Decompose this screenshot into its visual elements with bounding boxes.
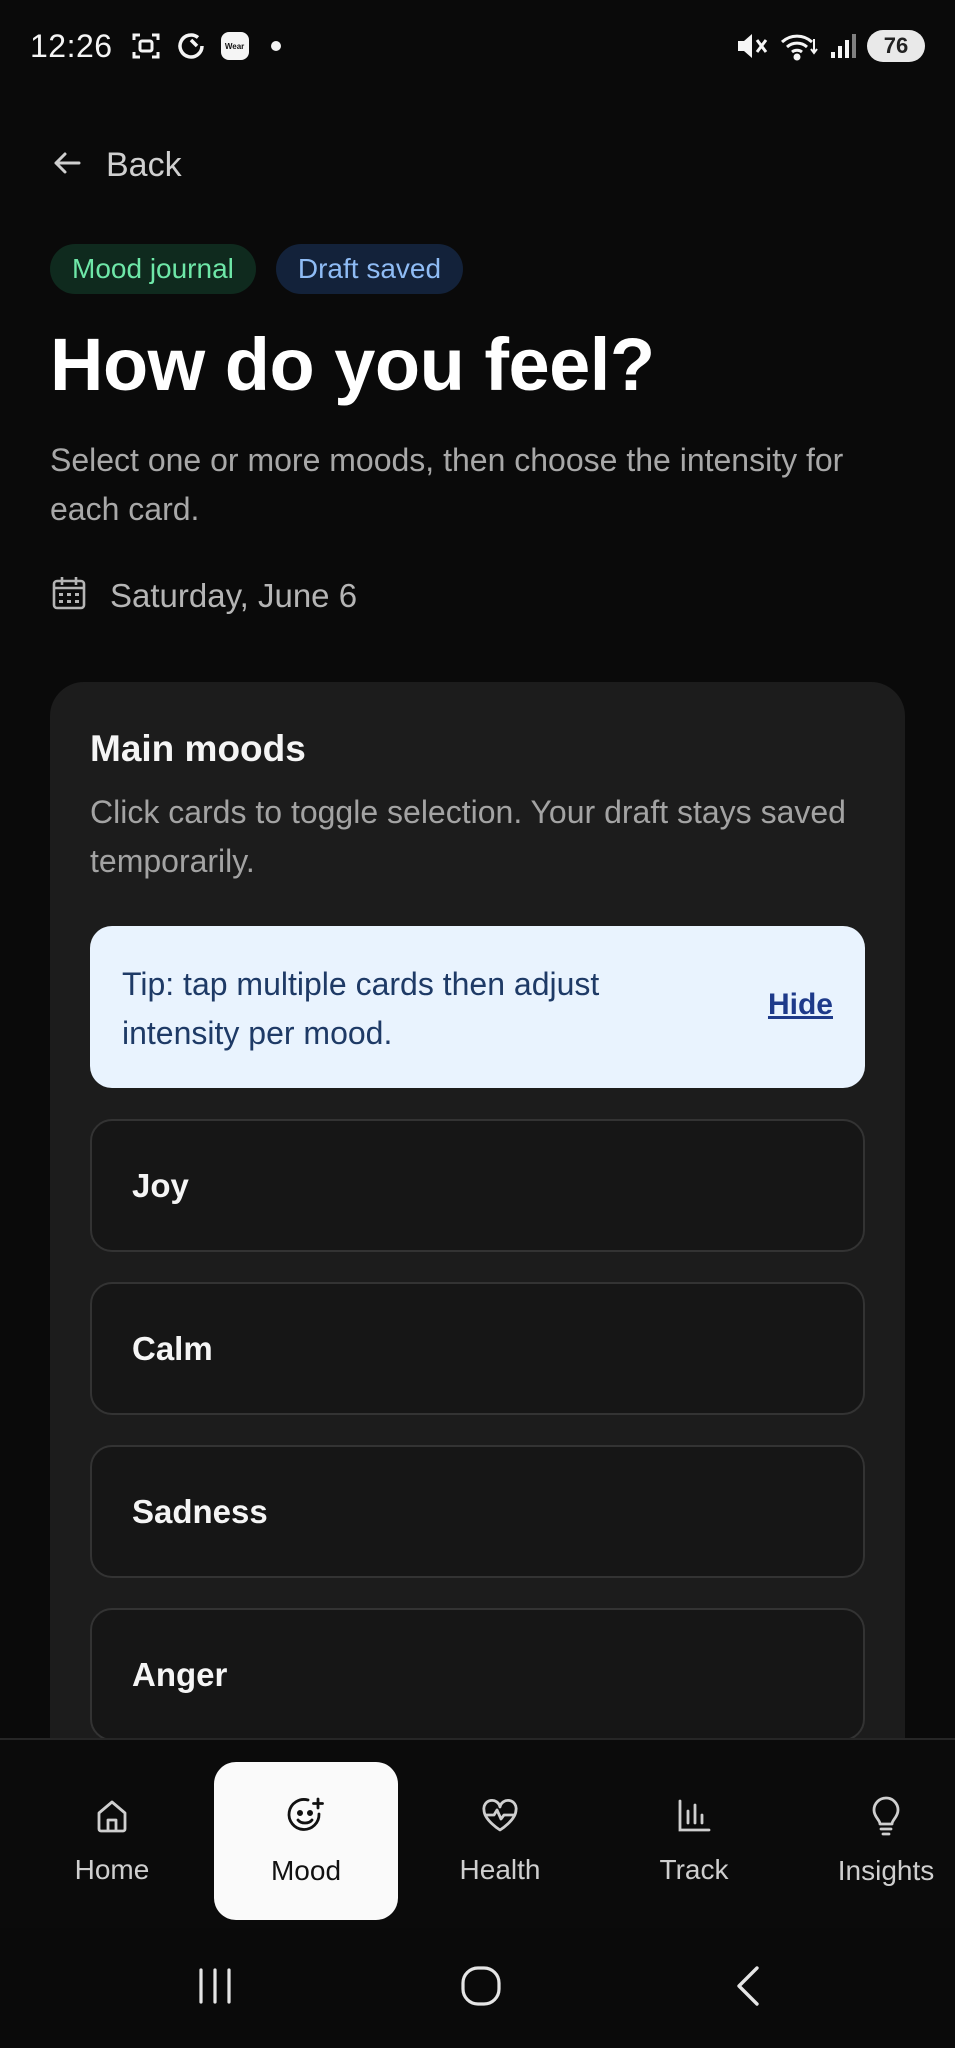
status-system-icons: 76 bbox=[735, 30, 925, 62]
card-title: Main moods bbox=[90, 728, 306, 769]
header-chips: Mood journal Draft saved bbox=[50, 244, 464, 294]
home-circle-icon bbox=[459, 1964, 503, 2013]
recent-apps-button[interactable] bbox=[175, 1958, 255, 2018]
calendar-icon bbox=[50, 574, 88, 617]
date-row: Saturday, June 6 bbox=[50, 574, 357, 617]
mood-label: Joy bbox=[132, 1166, 189, 1204]
home-icon bbox=[93, 1797, 131, 1840]
mood-card-sadness[interactable]: Sadness bbox=[90, 1445, 865, 1578]
tip-text: Tip: tap multiple cards then adjust inte… bbox=[122, 966, 600, 1051]
back-button[interactable]: Back bbox=[50, 146, 182, 185]
mute-icon bbox=[735, 31, 769, 61]
wear-icon: Wear bbox=[220, 32, 249, 60]
heart-pulse-icon bbox=[480, 1797, 520, 1840]
smiley-plus-icon bbox=[286, 1796, 326, 1841]
status-bar: 12:26 Wear 76 bbox=[0, 0, 955, 92]
tip-banner: Tip: tap multiple cards then adjust inte… bbox=[90, 926, 865, 1088]
date-label: Saturday, June 6 bbox=[110, 576, 358, 614]
bar-chart-icon bbox=[675, 1797, 713, 1840]
mood-label: Anger bbox=[132, 1655, 228, 1693]
nav-label: Track bbox=[659, 1853, 729, 1885]
back-label: Back bbox=[106, 146, 182, 184]
lightbulb-icon bbox=[868, 1796, 904, 1841]
signal-icon bbox=[829, 32, 857, 60]
chevron-left-icon bbox=[731, 1964, 767, 2013]
bottom-nav: Home Mood Health Track Insights bbox=[0, 1738, 955, 1928]
page-subtitle: Select one or more moods, then choose th… bbox=[50, 442, 844, 527]
notification-dot-icon bbox=[270, 41, 281, 51]
home-system-button[interactable] bbox=[441, 1958, 521, 2018]
mood-card-anger[interactable]: Anger bbox=[90, 1608, 865, 1741]
nav-item-health[interactable]: Health bbox=[408, 1762, 592, 1920]
arrow-left-icon bbox=[50, 146, 84, 185]
nav-label: Mood bbox=[270, 1854, 342, 1886]
nav-item-mood[interactable]: Mood bbox=[214, 1762, 398, 1920]
main-moods-card: Main moods Click cards to toggle selecti… bbox=[50, 682, 905, 1782]
mood-journal-chip: Mood journal bbox=[50, 244, 256, 294]
screenshot-icon bbox=[131, 31, 161, 61]
hide-tip-link[interactable]: Hide bbox=[768, 988, 833, 1022]
wifi-icon bbox=[779, 31, 819, 61]
sync-icon bbox=[175, 30, 207, 62]
draft-saved-chip: Draft saved bbox=[275, 244, 464, 294]
nav-label: Health bbox=[459, 1853, 541, 1885]
nav-label: Home bbox=[74, 1853, 150, 1885]
back-system-button[interactable] bbox=[709, 1958, 789, 2018]
recent-apps-icon bbox=[193, 1966, 237, 2011]
nav-item-home[interactable]: Home bbox=[20, 1762, 204, 1920]
nav-label: Insights bbox=[837, 1854, 935, 1886]
mood-card-calm[interactable]: Calm bbox=[90, 1282, 865, 1415]
mood-label: Calm bbox=[132, 1329, 213, 1367]
nav-item-insights[interactable]: Insights bbox=[796, 1762, 955, 1920]
mood-label: Sadness bbox=[132, 1492, 268, 1530]
nav-item-track[interactable]: Track bbox=[602, 1762, 786, 1920]
battery-indicator: 76 bbox=[867, 30, 925, 62]
status-time: 12:26 bbox=[30, 27, 113, 64]
mood-card-joy[interactable]: Joy bbox=[90, 1119, 865, 1252]
card-description: Click cards to toggle selection. Your dr… bbox=[90, 794, 846, 879]
page-title: How do you feel? bbox=[50, 323, 655, 406]
status-notification-icons: Wear bbox=[131, 30, 281, 62]
system-navigation-bar bbox=[0, 1928, 955, 2048]
